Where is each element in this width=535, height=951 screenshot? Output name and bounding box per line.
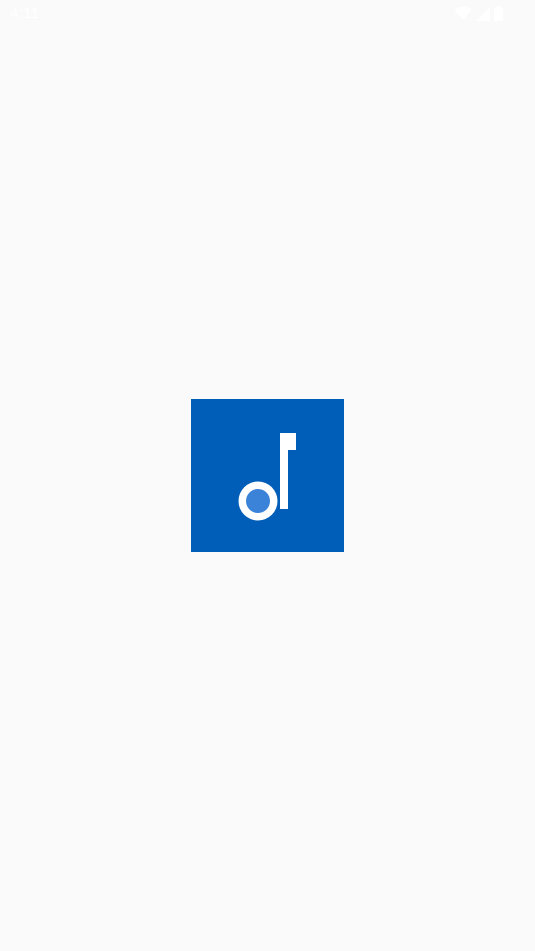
status-icons: [454, 6, 503, 21]
splash-logo: [191, 399, 344, 552]
music-note-icon: [238, 433, 296, 521]
cell-signal-icon: [476, 6, 490, 21]
battery-icon: [494, 6, 503, 21]
status-time: 4:11: [10, 5, 40, 22]
wifi-icon: [454, 6, 472, 21]
status-bar: 4:11: [0, 0, 535, 28]
